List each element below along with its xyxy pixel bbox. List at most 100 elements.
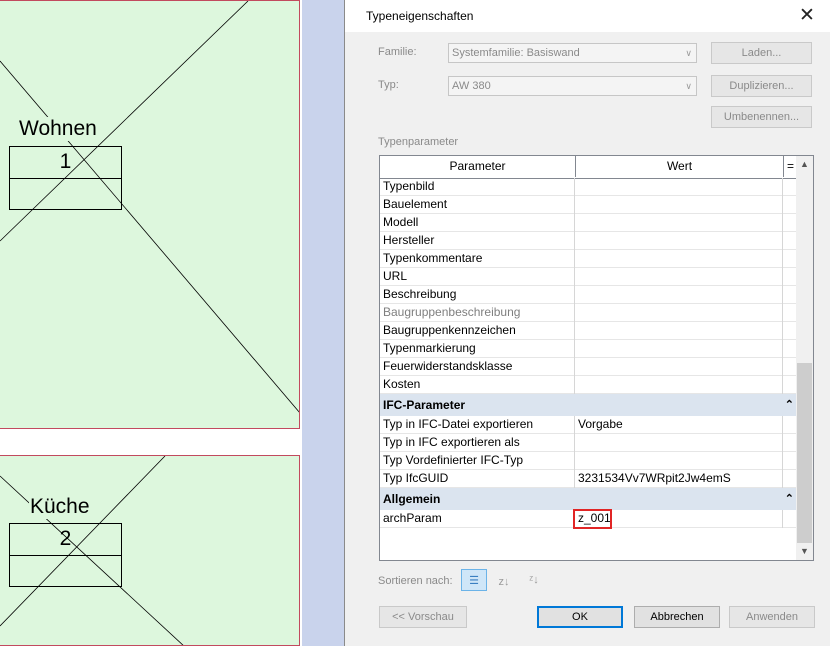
- parameter-cell: Kosten: [380, 376, 575, 394]
- header-parameter[interactable]: Parameter: [380, 156, 576, 177]
- formula-cell[interactable]: [783, 196, 797, 214]
- group-ifc-parameter[interactable]: IFC-Parameter ⌃: [380, 394, 797, 416]
- formula-cell[interactable]: [783, 470, 797, 488]
- table-row[interactable]: Typenkommentare: [380, 250, 797, 268]
- table-row[interactable]: Baugruppenbeschreibung: [380, 304, 797, 322]
- parameter-cell: Baugruppenkennzeichen: [380, 322, 575, 340]
- value-cell[interactable]: [575, 358, 783, 376]
- familie-select[interactable]: Systemfamilie: Basiswand ∨: [448, 43, 697, 63]
- room-name-wohnen: Wohnen: [18, 117, 98, 141]
- chevron-down-icon: ∨: [685, 81, 692, 91]
- table-row[interactable]: Modell: [380, 214, 797, 232]
- formula-cell[interactable]: [783, 376, 797, 394]
- room-tag-1[interactable]: 1: [9, 146, 122, 210]
- value-cell[interactable]: 3231534Vv7WRpit2Jw4emS: [575, 470, 783, 488]
- parameter-cell: URL: [380, 268, 575, 286]
- formula-cell[interactable]: [783, 304, 797, 322]
- formula-cell[interactable]: [783, 340, 797, 358]
- formula-cell[interactable]: [783, 510, 797, 528]
- formula-cell[interactable]: [783, 268, 797, 286]
- collapse-icon[interactable]: ⌃: [785, 488, 794, 510]
- value-cell[interactable]: [575, 268, 783, 286]
- group-ifc-label: IFC-Parameter: [383, 398, 466, 412]
- typenparameter-label: Typenparameter: [378, 136, 459, 148]
- value-cell[interactable]: Vorgabe: [575, 416, 783, 434]
- scroll-thumb[interactable]: [797, 363, 812, 543]
- table-row[interactable]: Typenbild: [380, 178, 797, 196]
- parameter-cell: Hersteller: [380, 232, 575, 250]
- parameter-cell: Typ in IFC exportieren als: [380, 434, 575, 452]
- formula-cell[interactable]: [783, 250, 797, 268]
- formula-cell[interactable]: [783, 322, 797, 340]
- formula-cell[interactable]: [783, 214, 797, 232]
- value-cell[interactable]: [575, 286, 783, 304]
- scroll-down-icon[interactable]: ▼: [796, 543, 813, 560]
- parameter-cell: Baugruppenbeschreibung: [380, 304, 575, 322]
- table-row[interactable]: Typ IfcGUID 3231534Vv7WRpit2Jw4emS: [380, 470, 797, 488]
- parameter-cell: Typ in IFC-Datei exportieren: [380, 416, 575, 434]
- value-cell[interactable]: [575, 250, 783, 268]
- formula-cell[interactable]: [783, 232, 797, 250]
- table-row[interactable]: Typ in IFC-Datei exportieren Vorgabe: [380, 416, 797, 434]
- room-number-1: 1: [59, 150, 72, 173]
- anwenden-button[interactable]: Anwenden: [729, 606, 815, 628]
- table-row[interactable]: URL: [380, 268, 797, 286]
- table-row[interactable]: Bauelement: [380, 196, 797, 214]
- table-row[interactable]: Beschreibung: [380, 286, 797, 304]
- table-row[interactable]: Typenmarkierung: [380, 340, 797, 358]
- canvas-border: [302, 0, 344, 646]
- value-cell[interactable]: [575, 340, 783, 358]
- value-cell[interactable]: [575, 376, 783, 394]
- duplizieren-button[interactable]: Duplizieren...: [711, 75, 812, 97]
- ok-button[interactable]: OK: [537, 606, 623, 628]
- parameter-cell: Typenbild: [380, 178, 575, 196]
- group-allgemein[interactable]: Allgemein ⌃: [380, 488, 797, 510]
- room-name-kueche: Küche: [29, 495, 91, 519]
- collapse-icon[interactable]: ⌃: [785, 394, 794, 416]
- table-row[interactable]: Baugruppenkennzeichen: [380, 322, 797, 340]
- value-cell[interactable]: [575, 434, 783, 452]
- umbenennen-button[interactable]: Umbenennen...: [711, 106, 812, 128]
- sort-descending-icon[interactable]: ᶻ↓: [523, 569, 545, 591]
- formula-cell[interactable]: [783, 286, 797, 304]
- scroll-up-icon[interactable]: ▲: [796, 156, 813, 173]
- table-row[interactable]: Kosten: [380, 376, 797, 394]
- room-tag-2[interactable]: 2: [9, 523, 122, 587]
- formula-cell[interactable]: [783, 434, 797, 452]
- familie-label: Familie:: [378, 46, 417, 58]
- header-wert[interactable]: Wert: [576, 156, 784, 177]
- value-cell[interactable]: [575, 214, 783, 232]
- value-cell[interactable]: [575, 196, 783, 214]
- laden-button[interactable]: Laden...: [711, 42, 812, 64]
- room-wohnen[interactable]: Wohnen 1: [0, 0, 300, 429]
- value-cell[interactable]: [575, 452, 783, 470]
- sort-ascending-icon[interactable]: z↓: [493, 571, 515, 593]
- parameter-grid[interactable]: Parameter Wert = Typenbild Bauelement Mode…: [379, 155, 814, 561]
- value-cell[interactable]: [575, 178, 783, 196]
- formula-cell[interactable]: [783, 452, 797, 470]
- value-cell[interactable]: [575, 304, 783, 322]
- drawing-canvas[interactable]: Wohnen 1 Küche 2: [0, 0, 302, 646]
- grid-header: Parameter Wert =: [380, 156, 797, 179]
- value-cell[interactable]: [575, 322, 783, 340]
- formula-cell[interactable]: [783, 416, 797, 434]
- formula-cell[interactable]: [783, 358, 797, 376]
- grid-scrollbar[interactable]: ▲ ▼: [796, 156, 813, 560]
- parameter-cell: Feuerwiderstandsklasse: [380, 358, 575, 376]
- dialog-titlebar[interactable]: Typeneigenschaften ✕: [345, 0, 830, 32]
- room-kueche[interactable]: Küche 2: [0, 455, 300, 646]
- formula-cell[interactable]: [783, 178, 797, 196]
- table-row[interactable]: Feuerwiderstandsklasse: [380, 358, 797, 376]
- table-row[interactable]: Typ in IFC exportieren als: [380, 434, 797, 452]
- abbrechen-button[interactable]: Abbrechen: [634, 606, 720, 628]
- table-row[interactable]: Hersteller: [380, 232, 797, 250]
- group-allgemein-label: Allgemein: [383, 492, 441, 506]
- typ-label: Typ:: [378, 79, 399, 91]
- vorschau-button[interactable]: << Vorschau: [379, 606, 467, 628]
- table-row[interactable]: Typ Vordefinierter IFC-Typ: [380, 452, 797, 470]
- sort-list-icon[interactable]: ☰: [461, 569, 487, 591]
- typ-select[interactable]: AW 380 ∨: [448, 76, 697, 96]
- close-icon[interactable]: ✕: [784, 0, 830, 32]
- value-cell[interactable]: [575, 232, 783, 250]
- parameter-cell: Typenkommentare: [380, 250, 575, 268]
